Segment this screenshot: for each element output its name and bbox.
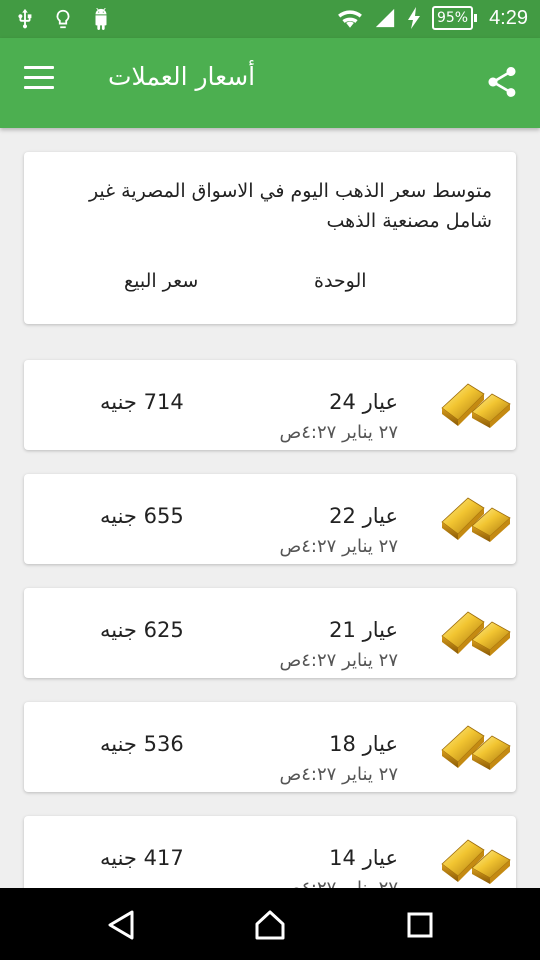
update-time: ٢٧ يناير ٤:٢٧ص	[279, 422, 399, 443]
karat-label: عيار 22	[329, 504, 398, 528]
app-bar: أسعار العملات	[0, 38, 540, 128]
system-icons: 95% 4:29	[336, 5, 528, 31]
update-time: ٢٧ يناير ٤:٢٧ص	[279, 536, 399, 557]
android-icon	[95, 8, 107, 30]
karat-label: عيار 14	[329, 846, 398, 870]
karat-label: عيار 21	[329, 618, 398, 642]
gold-bar-icon	[438, 370, 516, 430]
share-icon[interactable]	[484, 64, 520, 100]
price-value: 625 جنيه	[100, 618, 184, 642]
price-value: 536 جنيه	[100, 732, 184, 756]
price-card[interactable]: عيار 22 ٢٧ يناير ٤:٢٧ص 655 جنيه	[24, 474, 516, 564]
price-value: 655 جنيه	[100, 504, 184, 528]
info-card: متوسط سعر الذهب اليوم في الاسواق المصرية…	[24, 152, 516, 324]
notification-icons	[14, 6, 112, 32]
gold-bar-icon	[438, 826, 516, 886]
lightbulb-icon	[56, 9, 70, 29]
column-header-unit: الوحدة	[314, 270, 367, 292]
clock: 4:29	[489, 6, 528, 29]
wifi-icon	[338, 10, 362, 28]
karat-label: عيار 18	[329, 732, 398, 756]
gold-bar-icon	[438, 712, 516, 772]
price-list[interactable]: عيار 24 ٢٧ يناير ٤:٢٧ص 714 جنيه عيار 22 ٢٧ ي…	[0, 0, 540, 888]
price-card[interactable]: عيار 21 ٢٧ يناير ٤:٢٧ص 625 جنيه	[24, 588, 516, 678]
battery-indicator: 95%	[431, 6, 478, 30]
menu-button[interactable]	[24, 66, 58, 96]
column-header-price: سعر البيع	[124, 270, 199, 292]
info-description: متوسط سعر الذهب اليوم في الاسواق المصرية…	[88, 180, 492, 232]
app-title: أسعار العملات	[108, 62, 256, 91]
home-icon[interactable]	[253, 908, 287, 942]
recents-icon[interactable]	[403, 908, 437, 942]
update-time: ٢٧ يناير ٤:٢٧ص	[280, 878, 399, 888]
update-time: ٢٧ يناير ٤:٢٧ص	[279, 650, 399, 671]
gold-bar-icon	[438, 598, 516, 658]
usb-icon	[18, 8, 32, 29]
charging-icon	[407, 7, 420, 29]
price-card[interactable]: عيار 14 ٢٧ يناير ٤:٢٧ص 417 جنيه	[24, 816, 516, 888]
price-card[interactable]: عيار 18 ٢٧ يناير ٤:٢٧ص 536 جنيه	[24, 702, 516, 792]
karat-label: عيار 24	[329, 390, 398, 414]
price-value: 417 جنيه	[100, 846, 184, 870]
back-icon[interactable]	[104, 908, 138, 942]
status-bar: 95% 4:29	[0, 0, 540, 38]
signal-icon	[375, 8, 395, 28]
update-time: ٢٧ يناير ٤:٢٧ص	[279, 764, 399, 785]
gold-bar-icon	[438, 484, 516, 544]
price-value: 714 جنيه	[100, 390, 184, 414]
price-card[interactable]: عيار 24 ٢٧ يناير ٤:٢٧ص 714 جنيه	[24, 360, 516, 450]
menu-icon	[24, 66, 54, 69]
navigation-bar	[0, 888, 540, 960]
